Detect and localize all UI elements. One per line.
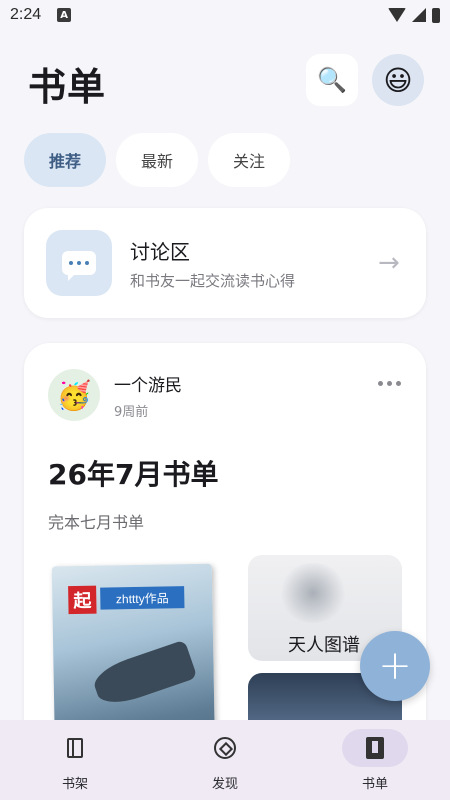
wifi-icon xyxy=(388,8,406,22)
tab-latest[interactable]: 最新 xyxy=(116,133,198,187)
signal-icon xyxy=(412,8,426,22)
cover-artwork xyxy=(278,563,348,623)
search-button[interactable]: 🔍 xyxy=(306,54,358,106)
nav-item-bookshelf[interactable]: 书架 xyxy=(20,729,130,792)
battery-icon xyxy=(432,7,440,23)
nav-item-discover[interactable]: 发现 xyxy=(170,729,280,792)
book-list-title: 26年7月书单 xyxy=(48,458,219,491)
post-time: 9周前 xyxy=(114,405,149,420)
arrow-right-icon: → xyxy=(378,248,400,278)
chat-bubble-icon xyxy=(46,230,112,296)
page-title: 书单 xyxy=(28,65,107,109)
discussion-subtitle: 和书友一起交流读书心得 xyxy=(130,272,296,290)
cover-title: 天人图谱 xyxy=(288,635,360,656)
compass-icon xyxy=(214,736,236,759)
bottom-nav: 书架 发现 书单 xyxy=(0,720,450,800)
avatar-button[interactable]: 😃 xyxy=(372,54,424,106)
search-icon: 🔍 xyxy=(317,66,347,94)
status-indicators xyxy=(388,7,440,23)
cover-artwork xyxy=(89,639,198,711)
nav-label: 发现 xyxy=(211,776,238,792)
header: 书单 🔍 😃 xyxy=(0,52,450,112)
username[interactable]: 一个游民 xyxy=(114,371,182,396)
user-avatar[interactable]: 🥳 xyxy=(48,369,100,421)
discussion-title: 讨论区 xyxy=(130,240,190,264)
bookshelf-icon xyxy=(67,737,83,758)
add-button[interactable]: + xyxy=(360,631,430,701)
cover-brand: zhttty作品 xyxy=(100,586,185,610)
tab-following[interactable]: 关注 xyxy=(208,133,290,187)
status-bar: 2:24 A xyxy=(0,0,450,30)
nav-item-booklist[interactable]: 书单 xyxy=(320,728,430,792)
status-time: 2:24 xyxy=(10,6,42,23)
cover-badge: 起 xyxy=(68,585,97,615)
avatar-icon: 😃 xyxy=(383,63,413,97)
booklist-icon xyxy=(366,736,384,759)
book-list-description: 完本七月书单 xyxy=(48,513,145,532)
nav-label: 书架 xyxy=(61,776,88,792)
discussion-card[interactable]: 讨论区 和书友一起交流读书心得 → xyxy=(24,208,426,318)
notification-icon: A xyxy=(57,8,72,22)
tab-recommended[interactable]: 推荐 xyxy=(24,133,106,187)
tab-bar: 推荐 最新 关注 xyxy=(24,133,290,187)
nav-label: 书单 xyxy=(361,776,388,792)
more-options-icon[interactable] xyxy=(378,381,401,386)
